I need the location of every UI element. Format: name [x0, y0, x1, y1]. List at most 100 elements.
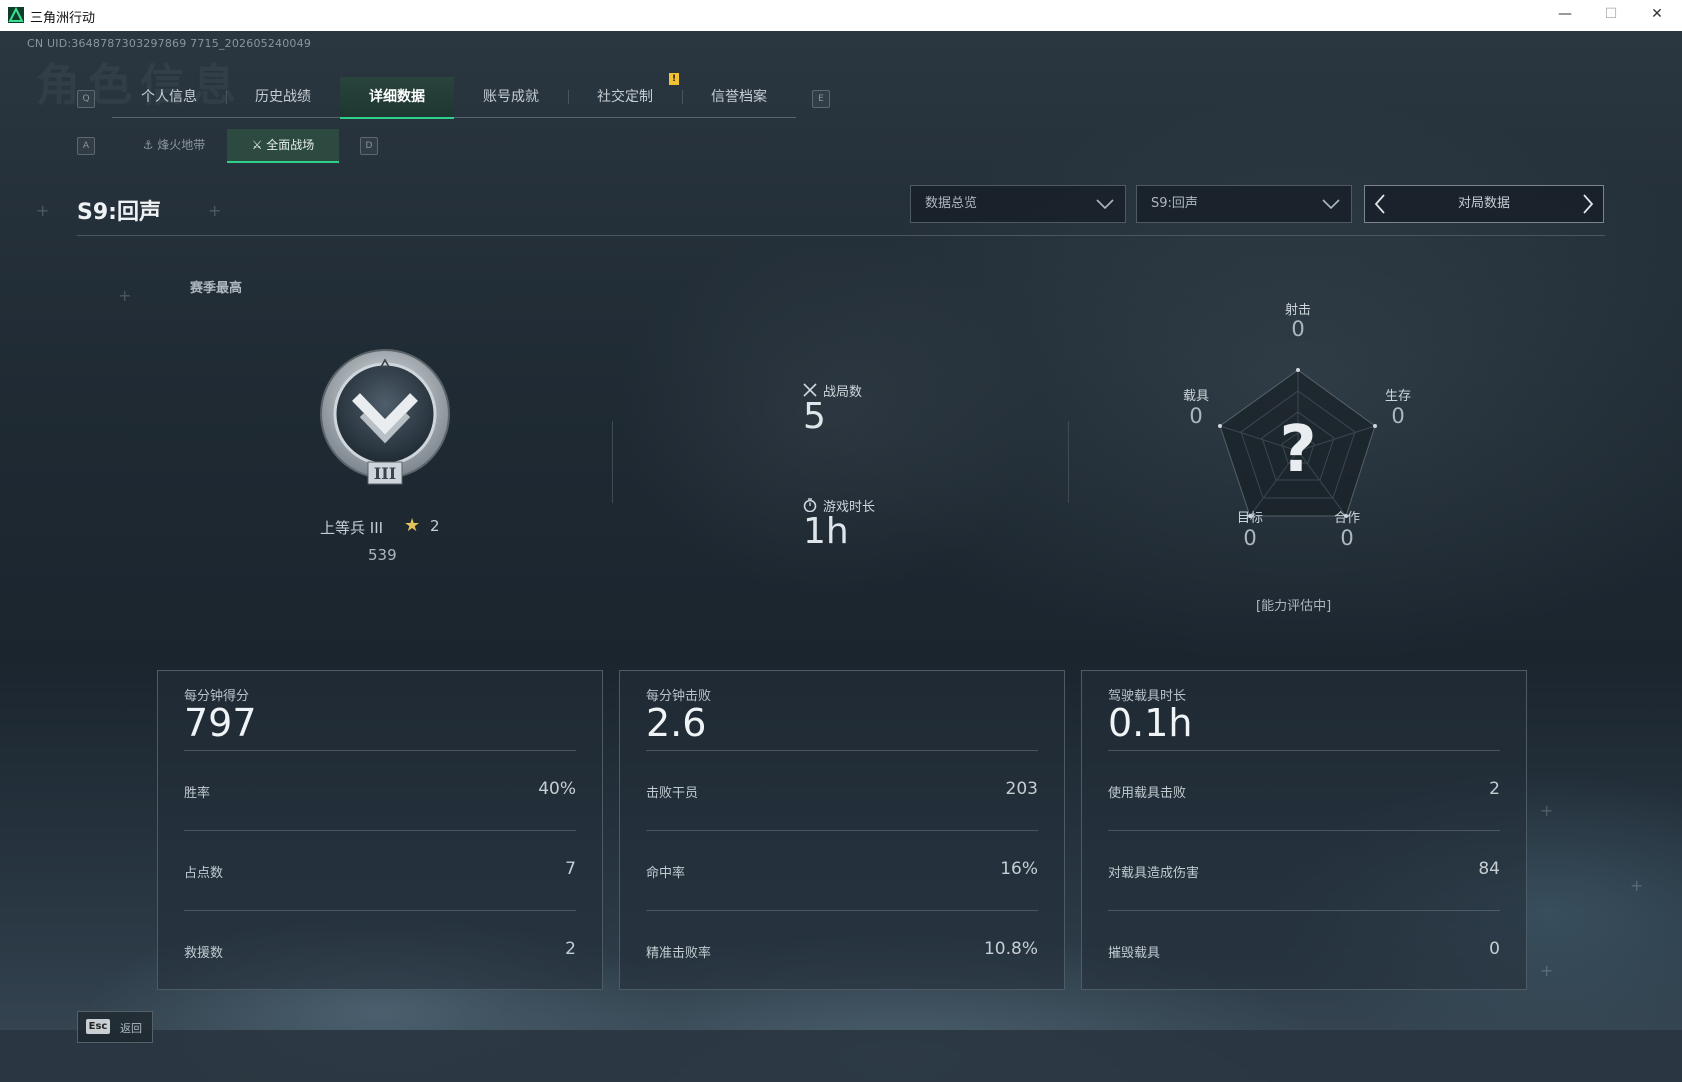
card-row-value: 2 — [565, 939, 576, 959]
card-row-value: 84 — [1478, 859, 1500, 879]
radar-value-objective: 0 — [1243, 526, 1257, 550]
card-divider — [1108, 910, 1500, 911]
chevron-down-icon — [1322, 199, 1340, 210]
app-icon — [8, 7, 24, 23]
stopwatch-icon — [803, 498, 817, 512]
subtab-warfare[interactable]: ⚔ 全面战场 — [227, 129, 339, 163]
radar-center-mark: ? — [1279, 413, 1316, 487]
card-row-value: 16% — [1000, 859, 1038, 879]
tab-match-history[interactable]: 历史战绩 — [226, 77, 340, 117]
decor-plus: + — [1630, 876, 1644, 895]
decor-plus: + — [1540, 961, 1554, 980]
tab-reputation[interactable]: 信誉档案 — [682, 77, 796, 117]
data-pager: 对局数据 — [1364, 185, 1604, 223]
season-dropdown[interactable]: S9:回声 — [1136, 185, 1352, 223]
decor-plus: + — [1540, 801, 1554, 820]
card-divider — [184, 910, 576, 911]
player-uid: CN UID:3648787303297869 7715_20260524004… — [27, 37, 312, 50]
game-frame: 角色信息 CN UID:3648787303297869 7715_202605… — [0, 31, 1682, 1082]
card-divider — [184, 830, 576, 831]
tab-prev-key-hint[interactable]: Q — [77, 90, 95, 108]
chevron-down-icon — [1096, 199, 1114, 210]
radar-value-survival: 0 — [1391, 404, 1405, 428]
notification-badge: ! — [669, 73, 679, 85]
card-row-label: 胜率 — [184, 786, 211, 801]
card-divider — [646, 830, 1038, 831]
bottom-bar — [0, 1030, 1682, 1082]
section-divider — [1068, 421, 1069, 503]
season-best-label: 赛季最高 — [190, 281, 243, 296]
back-label: 返回 — [120, 1022, 142, 1035]
vehicle-stats-card: 驾驶载具时长 0.1h 使用载具击败 2 对载具造成伤害 84 摧毁载具 0 — [1081, 670, 1527, 990]
decor-plus: + — [208, 201, 222, 220]
rank-name: 上等兵 III — [320, 519, 384, 537]
radar-label-vehicle: 载具 — [1182, 389, 1209, 404]
minimize-button[interactable]: — — [1542, 0, 1588, 31]
main-tabs: 个人信息 历史战绩 详细数据 账号成就 社交定制 信誉档案 — [112, 77, 796, 119]
subtab-next-key-hint[interactable]: D — [360, 137, 378, 155]
card-row-label: 使用载具击败 — [1108, 786, 1187, 801]
back-button[interactable]: Esc 返回 — [77, 1011, 153, 1043]
matches-value: 5 — [803, 396, 826, 437]
playtime-value: 1h — [803, 511, 849, 552]
overview-dropdown-label: 数据总览 — [925, 196, 978, 211]
card-row-label: 击败干员 — [646, 786, 699, 801]
rank-badge-icon: III — [320, 349, 450, 485]
close-button[interactable]: ✕ — [1634, 0, 1680, 31]
overview-dropdown[interactable]: 数据总览 — [910, 185, 1126, 223]
warfare-icon: ⚔ — [251, 138, 263, 152]
card-row-value: 40% — [538, 779, 576, 799]
ability-evaluating-note: [能力评估中] — [1256, 599, 1332, 614]
decor-plus: + — [118, 286, 132, 305]
radar-value-vehicle: 0 — [1189, 404, 1203, 428]
esc-key-hint: Esc — [86, 1019, 110, 1034]
season-dropdown-label: S9:回声 — [1151, 196, 1198, 211]
card-divider — [646, 910, 1038, 911]
rank-points: 539 — [368, 546, 397, 564]
card-value: 0.1h — [1108, 701, 1193, 745]
tab-detailed-data[interactable]: 详细数据 — [340, 77, 454, 119]
subtab-operations-label: 烽火地带 — [157, 138, 206, 152]
radar-label-objective: 目标 — [1236, 511, 1263, 526]
crossed-swords-icon — [803, 383, 817, 397]
chevron-left-icon[interactable] — [1371, 186, 1391, 222]
section-divider — [612, 421, 613, 503]
star-icon: ★ — [404, 515, 421, 536]
matches-label: 战局数 — [823, 385, 863, 400]
tab-personal-info[interactable]: 个人信息 — [112, 77, 226, 117]
card-row-value: 2 — [1489, 779, 1500, 799]
card-row-label: 占点数 — [184, 866, 224, 881]
card-row-label: 摧毁载具 — [1108, 946, 1161, 961]
pager-label: 对局数据 — [1457, 196, 1510, 211]
window-titlebar: 三角洲行动 — ☐ ✕ — [0, 0, 1682, 32]
card-row-label: 对载具造成伤害 — [1108, 866, 1200, 881]
window-title: 三角洲行动 — [30, 11, 96, 26]
card-row-label: 精准击败率 — [646, 946, 712, 961]
rank-star-count: 2 — [430, 517, 440, 535]
card-divider — [184, 750, 576, 751]
score-stats-card: 每分钟得分 797 胜率 40% 占点数 7 救援数 2 — [157, 670, 603, 990]
radar-label-survival: 生存 — [1384, 389, 1411, 404]
badge-numeral: III — [374, 464, 396, 483]
card-value: 2.6 — [646, 701, 707, 745]
chevron-right-icon[interactable] — [1577, 186, 1597, 222]
decor-plus: + — [36, 201, 50, 220]
radar-value-cooperation: 0 — [1340, 526, 1354, 550]
operations-icon: ⚓ — [142, 138, 154, 152]
maximize-button[interactable]: ☐ — [1588, 0, 1634, 31]
tab-next-key-hint[interactable]: E — [812, 90, 830, 108]
tab-social[interactable]: 社交定制 — [568, 77, 682, 117]
header-divider — [77, 235, 1605, 236]
card-divider — [1108, 830, 1500, 831]
season-title: S9:回声 — [77, 200, 161, 225]
subtab-operations[interactable]: ⚓ 烽火地带 — [124, 129, 224, 161]
tab-achievements[interactable]: 账号成就 — [454, 77, 568, 117]
card-row-value: 0 — [1489, 939, 1500, 959]
card-row-label: 救援数 — [184, 946, 224, 961]
radar-label-cooperation: 合作 — [1333, 511, 1360, 526]
radar-label-shooting: 射击 — [1284, 303, 1311, 318]
subtab-prev-key-hint[interactable]: A — [77, 137, 95, 155]
card-row-value: 203 — [1005, 779, 1038, 799]
card-divider — [646, 750, 1038, 751]
card-row-label: 命中率 — [646, 866, 686, 881]
